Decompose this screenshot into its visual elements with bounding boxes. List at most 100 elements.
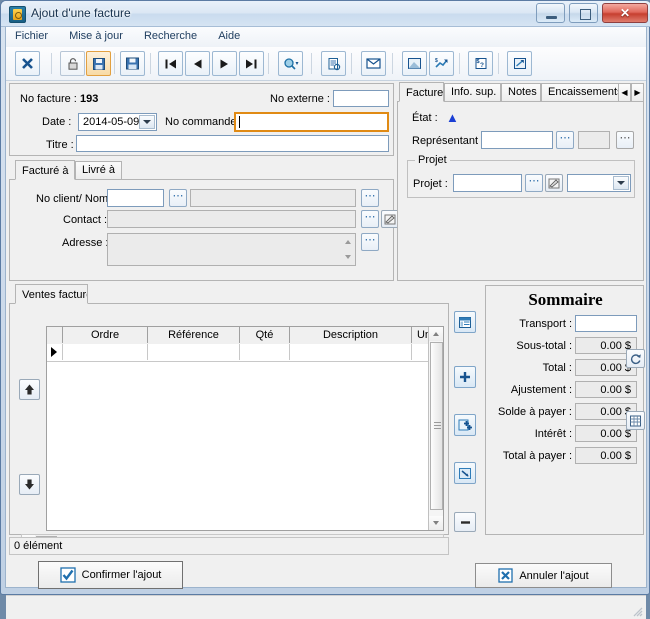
representant-secondary-input[interactable] — [578, 131, 610, 149]
tab-livre-a[interactable]: Livré à — [75, 161, 122, 179]
export-icon — [513, 58, 526, 69]
projet-input[interactable] — [453, 174, 522, 192]
projet-lookup-button[interactable]: ⋯ — [525, 174, 543, 192]
column-header-description[interactable]: Description — [290, 327, 412, 343]
tab-scroll-left-button[interactable]: ◀ — [618, 83, 631, 101]
menu-recherche[interactable]: Recherche — [135, 27, 206, 45]
tab-facture[interactable]: Facture — [399, 82, 444, 102]
no-externe-input[interactable] — [333, 90, 389, 107]
projet-combo[interactable] — [567, 174, 631, 192]
next-record-icon — [220, 59, 228, 68]
toolbar-price-query-button[interactable]: $ ? — [468, 51, 493, 76]
summary-label-total-a-payer: Total à payer : — [502, 450, 572, 462]
menu-mise-a-jour[interactable]: Mise à jour — [60, 27, 132, 45]
toolbar-payment-button[interactable]: $ — [429, 51, 454, 76]
column-header-ordre[interactable]: Ordre — [63, 327, 148, 343]
adresse-lookup-button[interactable]: ⋯ — [361, 233, 379, 251]
contact-lookup-button[interactable]: ⋯ — [361, 210, 379, 228]
toolbar-lock-button[interactable] — [60, 51, 85, 76]
no-client-input[interactable] — [107, 189, 164, 207]
detail-lines-button[interactable] — [454, 311, 476, 333]
list-icon — [459, 316, 471, 328]
plus-icon — [460, 372, 470, 382]
no-client-lookup-button[interactable]: ⋯ — [169, 189, 187, 207]
toolbar-first-record-button[interactable] — [158, 51, 183, 76]
projet-combo-arrow[interactable] — [613, 176, 629, 190]
scroll-down-button[interactable] — [429, 516, 443, 530]
close-button[interactable]: ✕ — [602, 3, 648, 23]
tab-notes[interactable]: Notes — [501, 83, 541, 101]
cell-ordre[interactable] — [63, 344, 148, 360]
add-multiple-lines-button[interactable] — [454, 414, 476, 436]
window-controls: ✕ — [535, 3, 648, 24]
toolbar-last-record-button[interactable] — [239, 51, 264, 76]
last-record-icon — [246, 59, 257, 68]
minimize-button[interactable] — [535, 3, 565, 23]
titre-input[interactable] — [76, 135, 389, 152]
cell-description[interactable] — [290, 344, 412, 360]
toolbar-search-button[interactable] — [278, 51, 303, 76]
tab-scroll-right-button[interactable]: ▶ — [631, 83, 644, 101]
svg-text:$: $ — [435, 58, 438, 64]
table-row[interactable] — [47, 344, 443, 362]
vertical-scroll-thumb[interactable] — [430, 342, 443, 510]
menu-aide[interactable]: Aide — [209, 27, 249, 45]
toolbar-preview-button[interactable] — [402, 51, 427, 76]
toolbar-save-button[interactable] — [120, 51, 145, 76]
tab-encaissements[interactable]: Encaissements/Rembo — [541, 83, 620, 101]
first-record-icon — [165, 59, 176, 68]
close-icon: ✕ — [619, 6, 631, 20]
column-header-qte[interactable]: Qté — [240, 327, 290, 343]
summary-label-interet: Intérêt : — [534, 428, 572, 440]
move-line-up-button[interactable] — [19, 379, 40, 400]
toolbar-previous-record-button[interactable] — [185, 51, 210, 76]
delete-line-button[interactable] — [454, 512, 476, 532]
toolbar-email-button[interactable] — [361, 51, 386, 76]
resize-grip-icon[interactable] — [631, 605, 643, 617]
projet-edit-button[interactable] — [545, 174, 563, 192]
restore-button[interactable] — [568, 3, 598, 23]
tab-facture-a[interactable]: Facturé à — [15, 160, 75, 180]
adresse-scroll-down[interactable] — [342, 250, 354, 264]
summary-refresh-button[interactable] — [626, 349, 645, 368]
no-externe-label: No externe : — [270, 93, 330, 105]
date-input[interactable]: 2014-05-09 — [78, 113, 157, 131]
client-name-input[interactable] — [190, 189, 356, 207]
client-name-lookup-button[interactable]: ⋯ — [361, 189, 379, 207]
sales-grid[interactable]: Ordre Référence Qté Description Un — [46, 326, 444, 531]
representant-input[interactable] — [481, 131, 553, 149]
summary-value-transport[interactable] — [575, 315, 637, 332]
confirm-button[interactable]: Confirmer l'ajout — [38, 561, 183, 589]
adresse-input[interactable] — [107, 233, 356, 266]
toolbar-close-record-button[interactable] — [15, 51, 40, 76]
contact-input[interactable] — [107, 210, 356, 228]
no-commande-input[interactable] — [234, 112, 389, 132]
plus-plus-icon — [458, 419, 472, 431]
grid-vertical-scrollbar[interactable] — [428, 327, 443, 530]
search-icon — [283, 57, 298, 70]
scroll-up-button[interactable] — [429, 327, 443, 341]
representant-lookup-button[interactable]: ⋯ — [556, 131, 574, 149]
toolbar-report-button[interactable] — [321, 51, 346, 76]
adresse-scroll-up[interactable] — [342, 235, 354, 249]
invoice-header-panel: No facture : 193 No externe : Date : 201… — [9, 83, 394, 156]
arrow-up-icon — [25, 384, 34, 395]
cell-qte[interactable] — [240, 344, 290, 360]
tab-ventes-facture[interactable]: Ventes facture — [15, 284, 88, 304]
move-line-down-button[interactable] — [19, 474, 40, 495]
summary-table-button[interactable] — [626, 411, 645, 430]
import-lines-button[interactable] — [454, 462, 476, 484]
representant-secondary-lookup-button[interactable]: ⋯ — [616, 131, 634, 149]
toolbar-next-record-button[interactable] — [212, 51, 237, 76]
column-header-reference[interactable]: Référence — [148, 327, 240, 343]
cell-reference[interactable] — [148, 344, 240, 360]
add-line-button[interactable] — [454, 366, 476, 388]
summary-label-solde-a-payer: Solde à payer : — [498, 406, 572, 418]
toolbar-save-orange-button[interactable] — [86, 51, 111, 76]
toolbar-export-button[interactable] — [507, 51, 532, 76]
adresse-label: Adresse : — [62, 237, 109, 249]
cancel-button[interactable]: Annuler l'ajout — [475, 563, 612, 588]
tab-info-sup[interactable]: Info. sup. — [444, 83, 501, 101]
menu-fichier[interactable]: Fichier — [6, 27, 57, 45]
date-dropdown-arrow[interactable] — [139, 115, 155, 129]
